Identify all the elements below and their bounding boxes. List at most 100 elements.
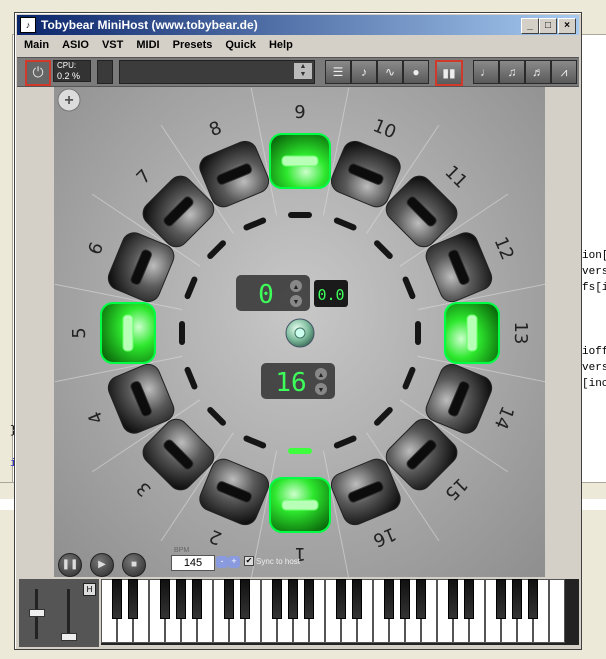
pad-slot (281, 499, 319, 511)
pad-5[interactable] (100, 302, 156, 364)
pad-slot (466, 314, 478, 352)
black-key[interactable] (416, 579, 426, 619)
black-key[interactable] (448, 579, 458, 619)
menu-asio[interactable]: ASIO (55, 37, 95, 55)
envelope-icon[interactable]: ∿ (377, 60, 403, 84)
step-led (243, 217, 267, 231)
svg-text:▼: ▼ (293, 299, 300, 306)
pad-label-2: 2 (206, 525, 225, 549)
pitch-slider-knob[interactable] (29, 609, 45, 617)
chord-icon[interactable]: ♫ (499, 60, 525, 84)
menu-vst[interactable]: VST (95, 37, 129, 55)
pad-label-15: 15 (440, 473, 471, 504)
pause-icon[interactable]: ❚❚ (58, 553, 82, 577)
step-led (402, 366, 416, 390)
menu-presets[interactable]: Presets (166, 37, 219, 55)
stop-icon[interactable]: ■ (122, 553, 146, 577)
black-key[interactable] (352, 579, 362, 619)
play-icon[interactable]: ▶ (90, 553, 114, 577)
app-icon: ♪ (20, 17, 36, 33)
white-key[interactable] (549, 579, 565, 643)
pad-label-12: 12 (490, 234, 518, 263)
code-line: ion[ (582, 250, 606, 262)
step-led (207, 407, 226, 426)
record-icon[interactable]: ● (403, 60, 429, 84)
black-key[interactable] (336, 579, 346, 619)
menu-quick[interactable]: Quick (218, 37, 262, 55)
pad-1[interactable] (269, 477, 331, 533)
preset-selector[interactable]: ▲ ▼ (119, 60, 315, 84)
note-icon[interactable]: ♪ (351, 60, 377, 84)
hold-button[interactable]: H (83, 583, 96, 596)
bpm-input[interactable]: 145 (171, 555, 215, 571)
maximize-button[interactable]: □ (539, 18, 557, 34)
code-line: fs[i (582, 282, 606, 294)
pad-13[interactable] (444, 302, 500, 364)
sync-checkbox[interactable]: ✔ (244, 556, 254, 566)
black-key[interactable] (496, 579, 506, 619)
pad-label-9: 9 (294, 102, 305, 123)
code-line: vers (582, 266, 606, 278)
step-led (243, 435, 267, 449)
wave-icon[interactable]: ⩘ (551, 60, 577, 84)
menu-main[interactable]: Main (17, 37, 55, 55)
black-key[interactable] (304, 579, 314, 619)
black-key[interactable] (384, 579, 394, 619)
target-icon[interactable] (285, 318, 315, 348)
plus-icon[interactable]: + (57, 88, 81, 112)
minihost-window: ♪ Tobybear MiniHost (www.tobybear.de) _ … (14, 12, 582, 650)
step-display[interactable]: 0 ▲ ▼ (236, 275, 310, 311)
black-key[interactable] (112, 579, 122, 619)
piano-icon[interactable]: ▮▮ (435, 60, 463, 86)
trill-icon[interactable]: ♩ (473, 60, 499, 84)
step-led (288, 448, 312, 454)
minimize-button[interactable]: _ (521, 18, 539, 34)
bpm-increment-button[interactable]: + (228, 556, 240, 568)
power-icon[interactable]: ⏻ (25, 60, 51, 86)
pad-label-4: 4 (84, 408, 108, 427)
arp-icon[interactable]: ♬ (525, 60, 551, 84)
step-led (402, 276, 416, 300)
bpm-label: BPM (174, 547, 190, 554)
black-key[interactable] (288, 579, 298, 619)
pad-label-6: 6 (84, 239, 108, 258)
bpm-decrement-button[interactable]: - (216, 556, 228, 568)
step-led (333, 435, 357, 449)
mixer-icon[interactable]: ☰ (325, 60, 351, 84)
step-led (415, 321, 421, 345)
black-key[interactable] (224, 579, 234, 619)
black-key[interactable] (240, 579, 250, 619)
pad-9[interactable] (269, 133, 331, 189)
pad-label-5: 5 (69, 327, 90, 338)
plugin-margin-right (545, 87, 579, 577)
black-key[interactable] (464, 579, 474, 619)
cpu-value: 0.2 % (57, 71, 81, 81)
piano-keyboard (101, 579, 579, 645)
step-value: 0 (258, 280, 274, 310)
black-key[interactable] (512, 579, 522, 619)
preset-spin-icon[interactable]: ▲ ▼ (294, 63, 312, 79)
black-key[interactable] (176, 579, 186, 619)
black-key[interactable] (528, 579, 538, 619)
plugin-slot[interactable] (97, 60, 113, 84)
black-key[interactable] (160, 579, 170, 619)
pad-slot (281, 155, 319, 167)
steps-display[interactable]: 16 ▲ ▼ (261, 363, 335, 399)
black-key[interactable] (192, 579, 202, 619)
menu-help[interactable]: Help (262, 37, 299, 55)
code-line: vers (582, 362, 606, 374)
pad-label-10: 10 (370, 115, 399, 143)
black-key[interactable] (400, 579, 410, 619)
close-button[interactable]: × (558, 18, 576, 34)
black-key[interactable] (272, 579, 282, 619)
black-key[interactable] (128, 579, 138, 619)
mod-slider-knob[interactable] (61, 633, 77, 641)
title-bar[interactable]: ♪ Tobybear MiniHost (www.tobybear.de) _ … (17, 15, 579, 35)
step-led (374, 240, 393, 259)
cpu-meter: CPU: 0.2 % (53, 60, 91, 82)
mod-slider[interactable] (67, 589, 70, 639)
sequencer-canvas: 12345678910111213141516 + 0 ▲ ▼ 0.0 16 ▲… (54, 87, 545, 577)
pad-slot (122, 314, 134, 352)
menu-midi[interactable]: MIDI (129, 37, 165, 55)
menu-bar: Main ASIO VST MIDI Presets Quick Help (17, 37, 579, 55)
